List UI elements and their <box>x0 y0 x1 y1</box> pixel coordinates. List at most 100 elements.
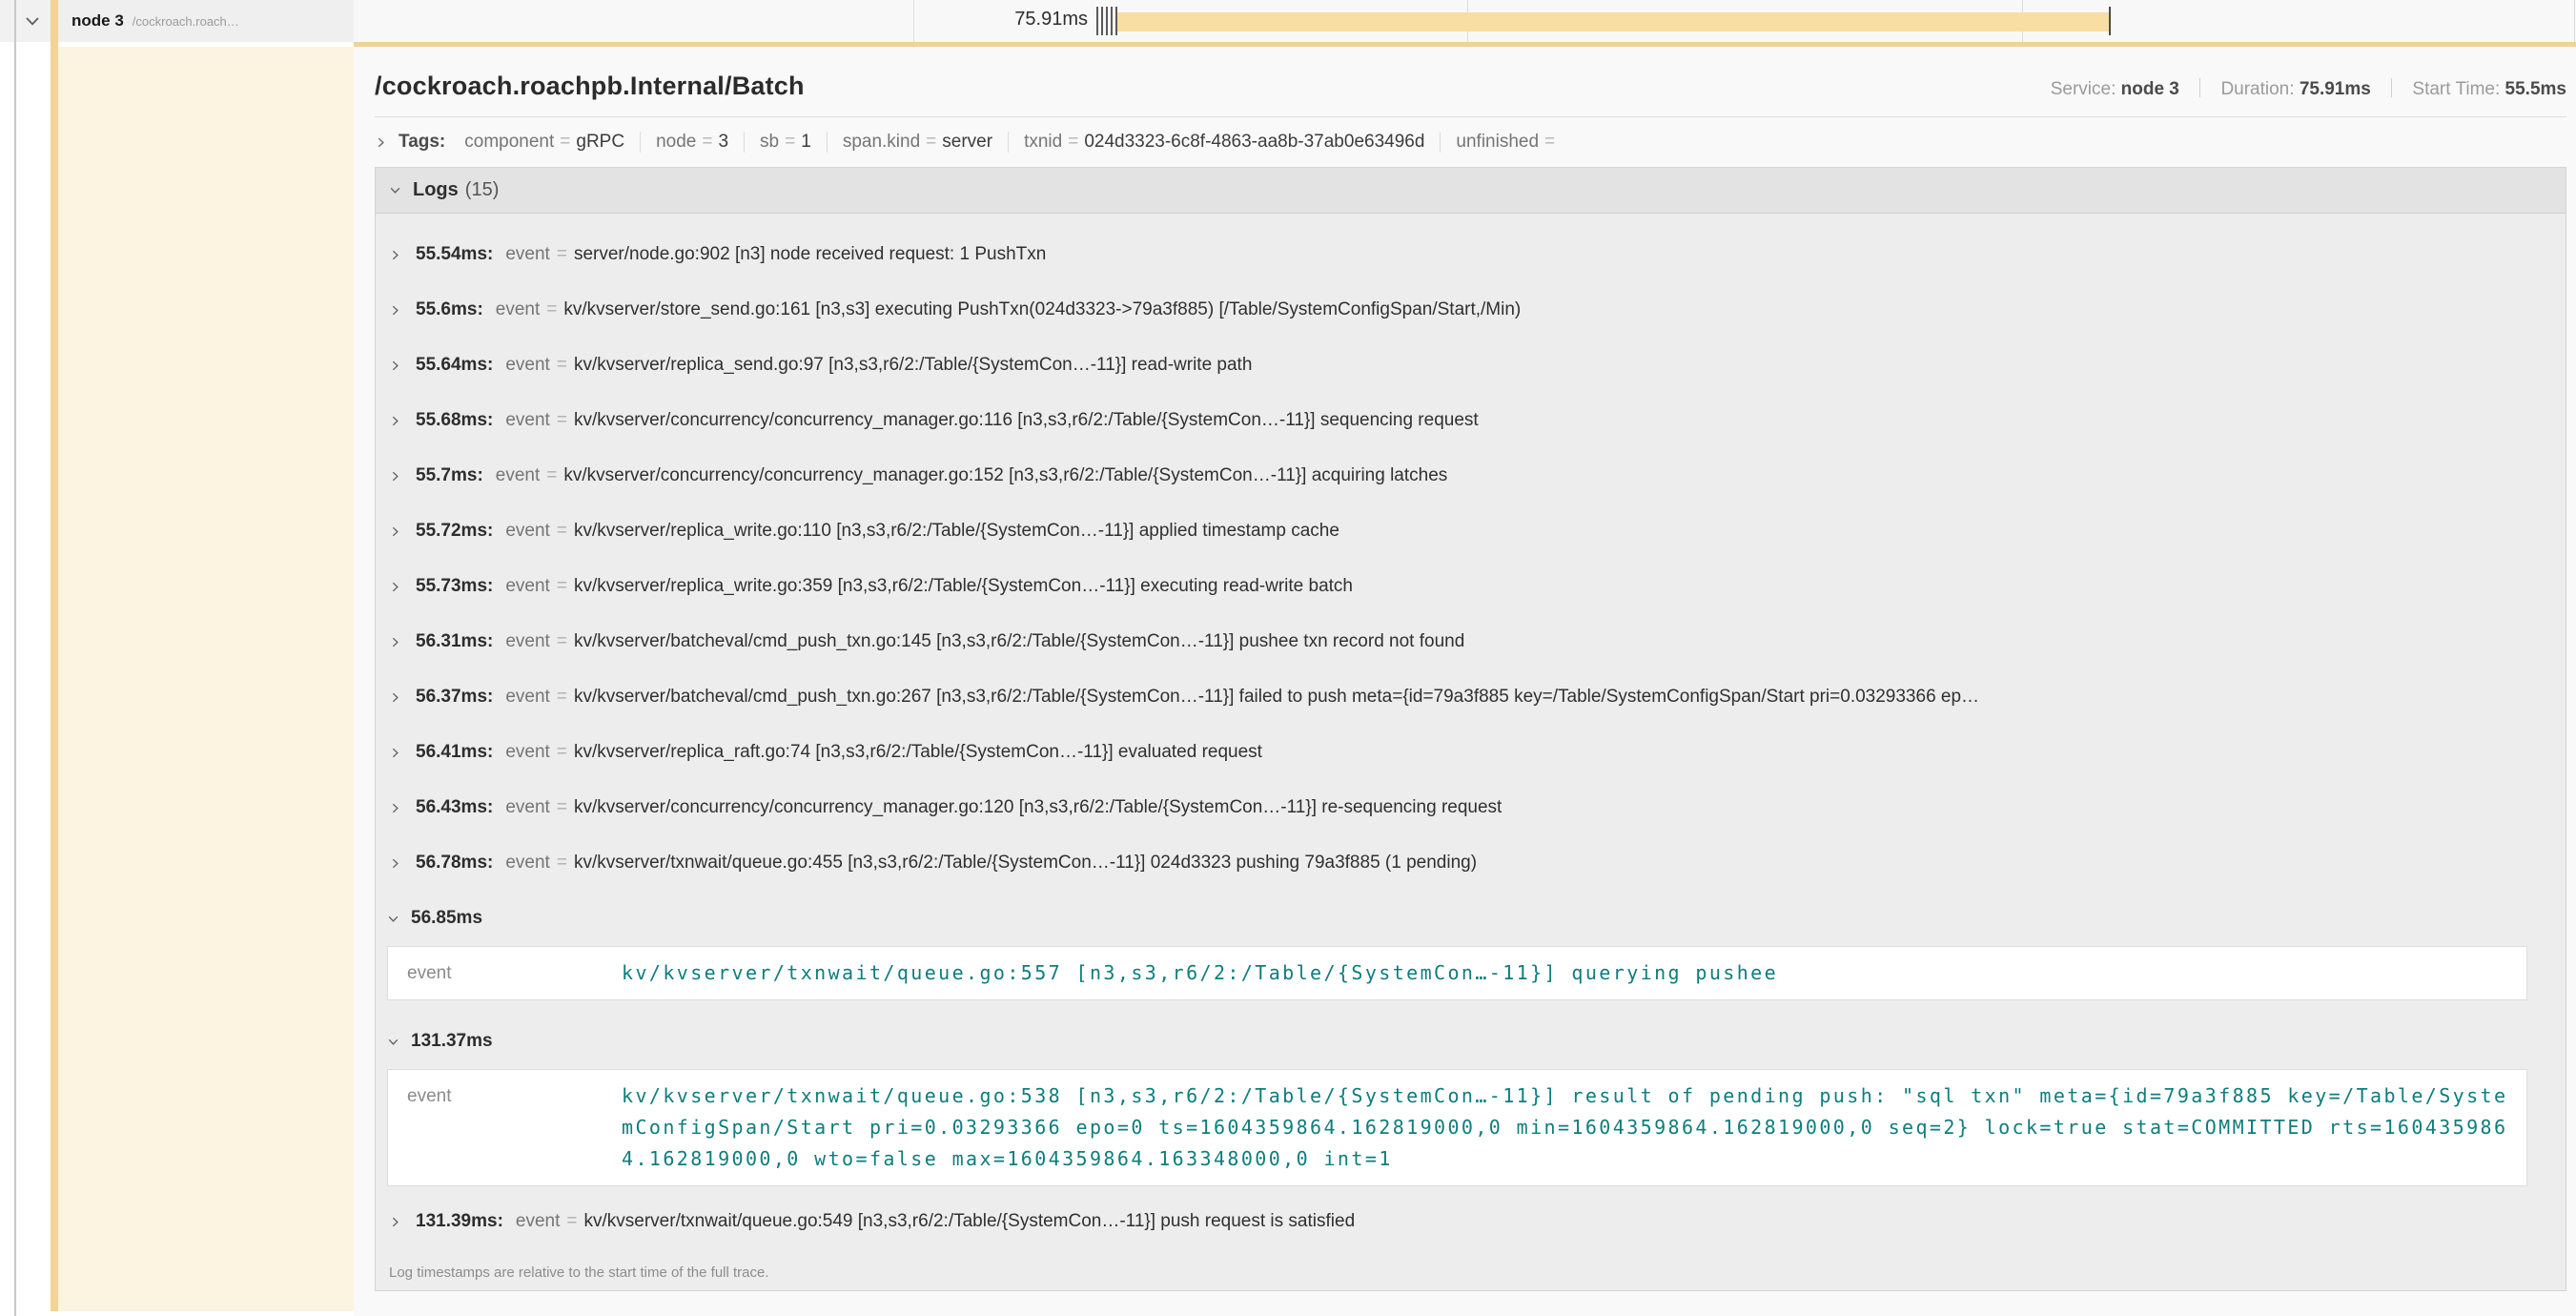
log-row[interactable]: 56.43ms: event = kv/kvserver/concurrency… <box>376 780 2566 835</box>
chevron-down-icon[interactable] <box>389 184 401 196</box>
log-row[interactable]: 131.39ms: event = kv/kvserver/txnwait/qu… <box>376 1194 2566 1249</box>
tag-item: span.kind=server <box>827 132 1008 153</box>
log-row[interactable]: 56.37ms: event = kv/kvserver/batcheval/c… <box>376 669 2566 725</box>
log-row[interactable]: 55.68ms: event = kv/kvserver/concurrency… <box>376 393 2566 448</box>
log-message: kv/kvserver/store_send.go:161 [n3,s3] ex… <box>563 299 1521 320</box>
info-divider <box>2391 78 2392 97</box>
log-row[interactable]: 55.64ms: event = kv/kvserver/replica_sen… <box>376 338 2566 393</box>
chevron-right-icon <box>389 360 401 372</box>
selected-span-row-highlight <box>58 47 354 1311</box>
log-timestamp: 56.31ms: <box>416 631 493 652</box>
log-row[interactable]: 55.6ms: event = kv/kvserver/store_send.g… <box>376 282 2566 338</box>
logs-footer-note: Log timestamps are relative to the start… <box>389 1265 2566 1281</box>
span-detail-title: /cockroach.roachpb.Internal/Batch <box>375 72 805 101</box>
log-row[interactable]: 55.54ms: event = server/node.go:902 [n3]… <box>376 227 2566 282</box>
tag-equals: = <box>785 132 795 152</box>
log-row[interactable]: 56.78ms: event = kv/kvserver/txnwait/que… <box>376 835 2566 891</box>
log-value: kv/kvserver/txnwait/queue.go:538 [n3,s3,… <box>622 1080 2519 1175</box>
span-detail-info: Service: node 3 Duration: 75.91ms Start … <box>2051 78 2566 100</box>
log-equals: = <box>557 687 567 708</box>
span-detail-header: /cockroach.roachpb.Internal/Batch Servic… <box>375 47 2566 101</box>
logs-count: (15) <box>465 179 500 201</box>
timeline-gridline <box>2574 0 2575 42</box>
log-field: event <box>505 631 549 652</box>
log-timestamp: 56.78ms: <box>416 853 493 874</box>
log-row-expanded-toggle[interactable]: 131.37ms <box>376 1014 2566 1069</box>
log-message: kv/kvserver/replica_send.go:97 [n3,s3,r6… <box>574 355 1252 376</box>
span-timeline-row[interactable]: node 3 /cockroach.roach… 75.91ms <box>0 0 2576 42</box>
tag-value: gRPC <box>576 132 624 152</box>
span-service-name: node 3 <box>72 11 124 31</box>
log-field: event <box>505 410 549 431</box>
log-field: event <box>388 1080 622 1175</box>
timeline-track: 75.91ms <box>354 0 2576 42</box>
log-equals: = <box>557 576 567 597</box>
log-message: kv/kvserver/batcheval/cmd_push_txn.go:26… <box>574 687 1979 708</box>
tags-label: Tags: <box>399 132 445 153</box>
tag-key: txnid <box>1024 132 1062 152</box>
tag-item: node=3 <box>640 132 744 153</box>
span-color-bar <box>51 0 58 1311</box>
span-operation-name: /cockroach.roach… <box>133 14 239 29</box>
log-message: kv/kvserver/concurrency/concurrency_mana… <box>574 410 1479 431</box>
service-label: Service: <box>2051 79 2116 99</box>
log-timestamp: 131.39ms: <box>416 1211 503 1232</box>
log-timestamp: 55.73ms: <box>416 576 493 597</box>
tag-item: sb = 1 <box>744 132 827 153</box>
log-message: kv/kvserver/batcheval/cmd_push_txn.go:14… <box>574 631 1464 652</box>
log-row[interactable]: 56.31ms: event = kv/kvserver/batcheval/c… <box>376 614 2566 669</box>
log-field: event <box>505 244 549 265</box>
log-timestamp: 56.37ms: <box>416 687 493 708</box>
tag-key: sb <box>760 132 779 152</box>
tag-item: txnid=024d3323-6c8f-4863-aa8b-37ab0e6349… <box>1008 132 1440 153</box>
log-value: kv/kvserver/txnwait/queue.go:557 [n3,s3,… <box>622 957 2519 989</box>
chevron-right-icon <box>389 470 401 483</box>
log-field: event <box>505 687 549 708</box>
span-detail-panel: /cockroach.roachpb.Internal/Batch Servic… <box>354 47 2576 1316</box>
log-field: event <box>388 957 622 989</box>
log-message: kv/kvserver/concurrency/concurrency_mana… <box>574 797 1502 818</box>
span-name-cell[interactable]: node 3 /cockroach.roach… <box>58 0 354 42</box>
duration-label: Duration: <box>2220 79 2294 99</box>
log-message: kv/kvserver/replica_write.go:359 [n3,s3,… <box>574 576 1353 597</box>
chevron-right-icon[interactable] <box>375 136 387 149</box>
log-row[interactable]: 56.41ms: event = kv/kvserver/replica_raf… <box>376 725 2566 780</box>
chevron-right-icon <box>389 691 401 704</box>
chevron-right-icon <box>389 1216 401 1228</box>
tag-value: 1 <box>801 132 811 152</box>
chevron-right-icon <box>389 249 401 261</box>
log-field: event <box>496 299 540 320</box>
logs-header-toggle[interactable]: Logs (15) <box>376 168 2566 214</box>
log-equals: = <box>566 1211 577 1232</box>
chevron-right-icon <box>389 636 401 648</box>
log-detail-table: event kv/kvserver/txnwait/queue.go:538 [… <box>387 1069 2527 1186</box>
start-time-label: Start Time: <box>2412 79 2500 99</box>
tag-item: component=gRPC <box>449 132 640 153</box>
tags-toggle-row[interactable]: Tags: component=gRPC node=3 sb = 1 span.ki… <box>375 117 2566 167</box>
chevron-right-icon <box>389 415 401 427</box>
log-equals: = <box>557 742 567 763</box>
log-timestamp: 56.43ms: <box>416 797 493 818</box>
log-field: event <box>505 355 549 376</box>
log-field: event <box>516 1211 560 1232</box>
log-message: kv/kvserver/replica_write.go:110 [n3,s3,… <box>574 521 1339 542</box>
log-equals: = <box>557 244 567 265</box>
log-row-expanded-toggle[interactable]: 56.85ms <box>376 891 2566 946</box>
span-bar[interactable] <box>1117 12 2111 31</box>
logs-title: Logs <box>413 179 459 201</box>
log-detail-table: event kv/kvserver/txnwait/queue.go:557 [… <box>387 946 2527 1000</box>
chevron-down-icon[interactable] <box>24 12 41 30</box>
log-row[interactable]: 55.7ms: event = kv/kvserver/concurrency/… <box>376 448 2566 504</box>
log-timestamp: 56.41ms: <box>416 742 493 763</box>
tag-value: server <box>942 132 992 152</box>
log-timestamp: 55.7ms: <box>416 465 483 486</box>
tag-key: span.kind <box>843 132 920 152</box>
info-divider <box>2199 78 2200 97</box>
log-row[interactable]: 55.72ms: event = kv/kvserver/replica_wri… <box>376 504 2566 559</box>
log-timestamp: 56.85ms <box>411 908 482 929</box>
log-equals: = <box>557 410 567 431</box>
log-field: event <box>505 797 549 818</box>
logs-section: Logs (15) 55.54ms: event = server/node.g… <box>375 167 2566 1291</box>
log-row[interactable]: 55.73ms: event = kv/kvserver/replica_wri… <box>376 559 2566 614</box>
log-equals: = <box>557 797 567 818</box>
